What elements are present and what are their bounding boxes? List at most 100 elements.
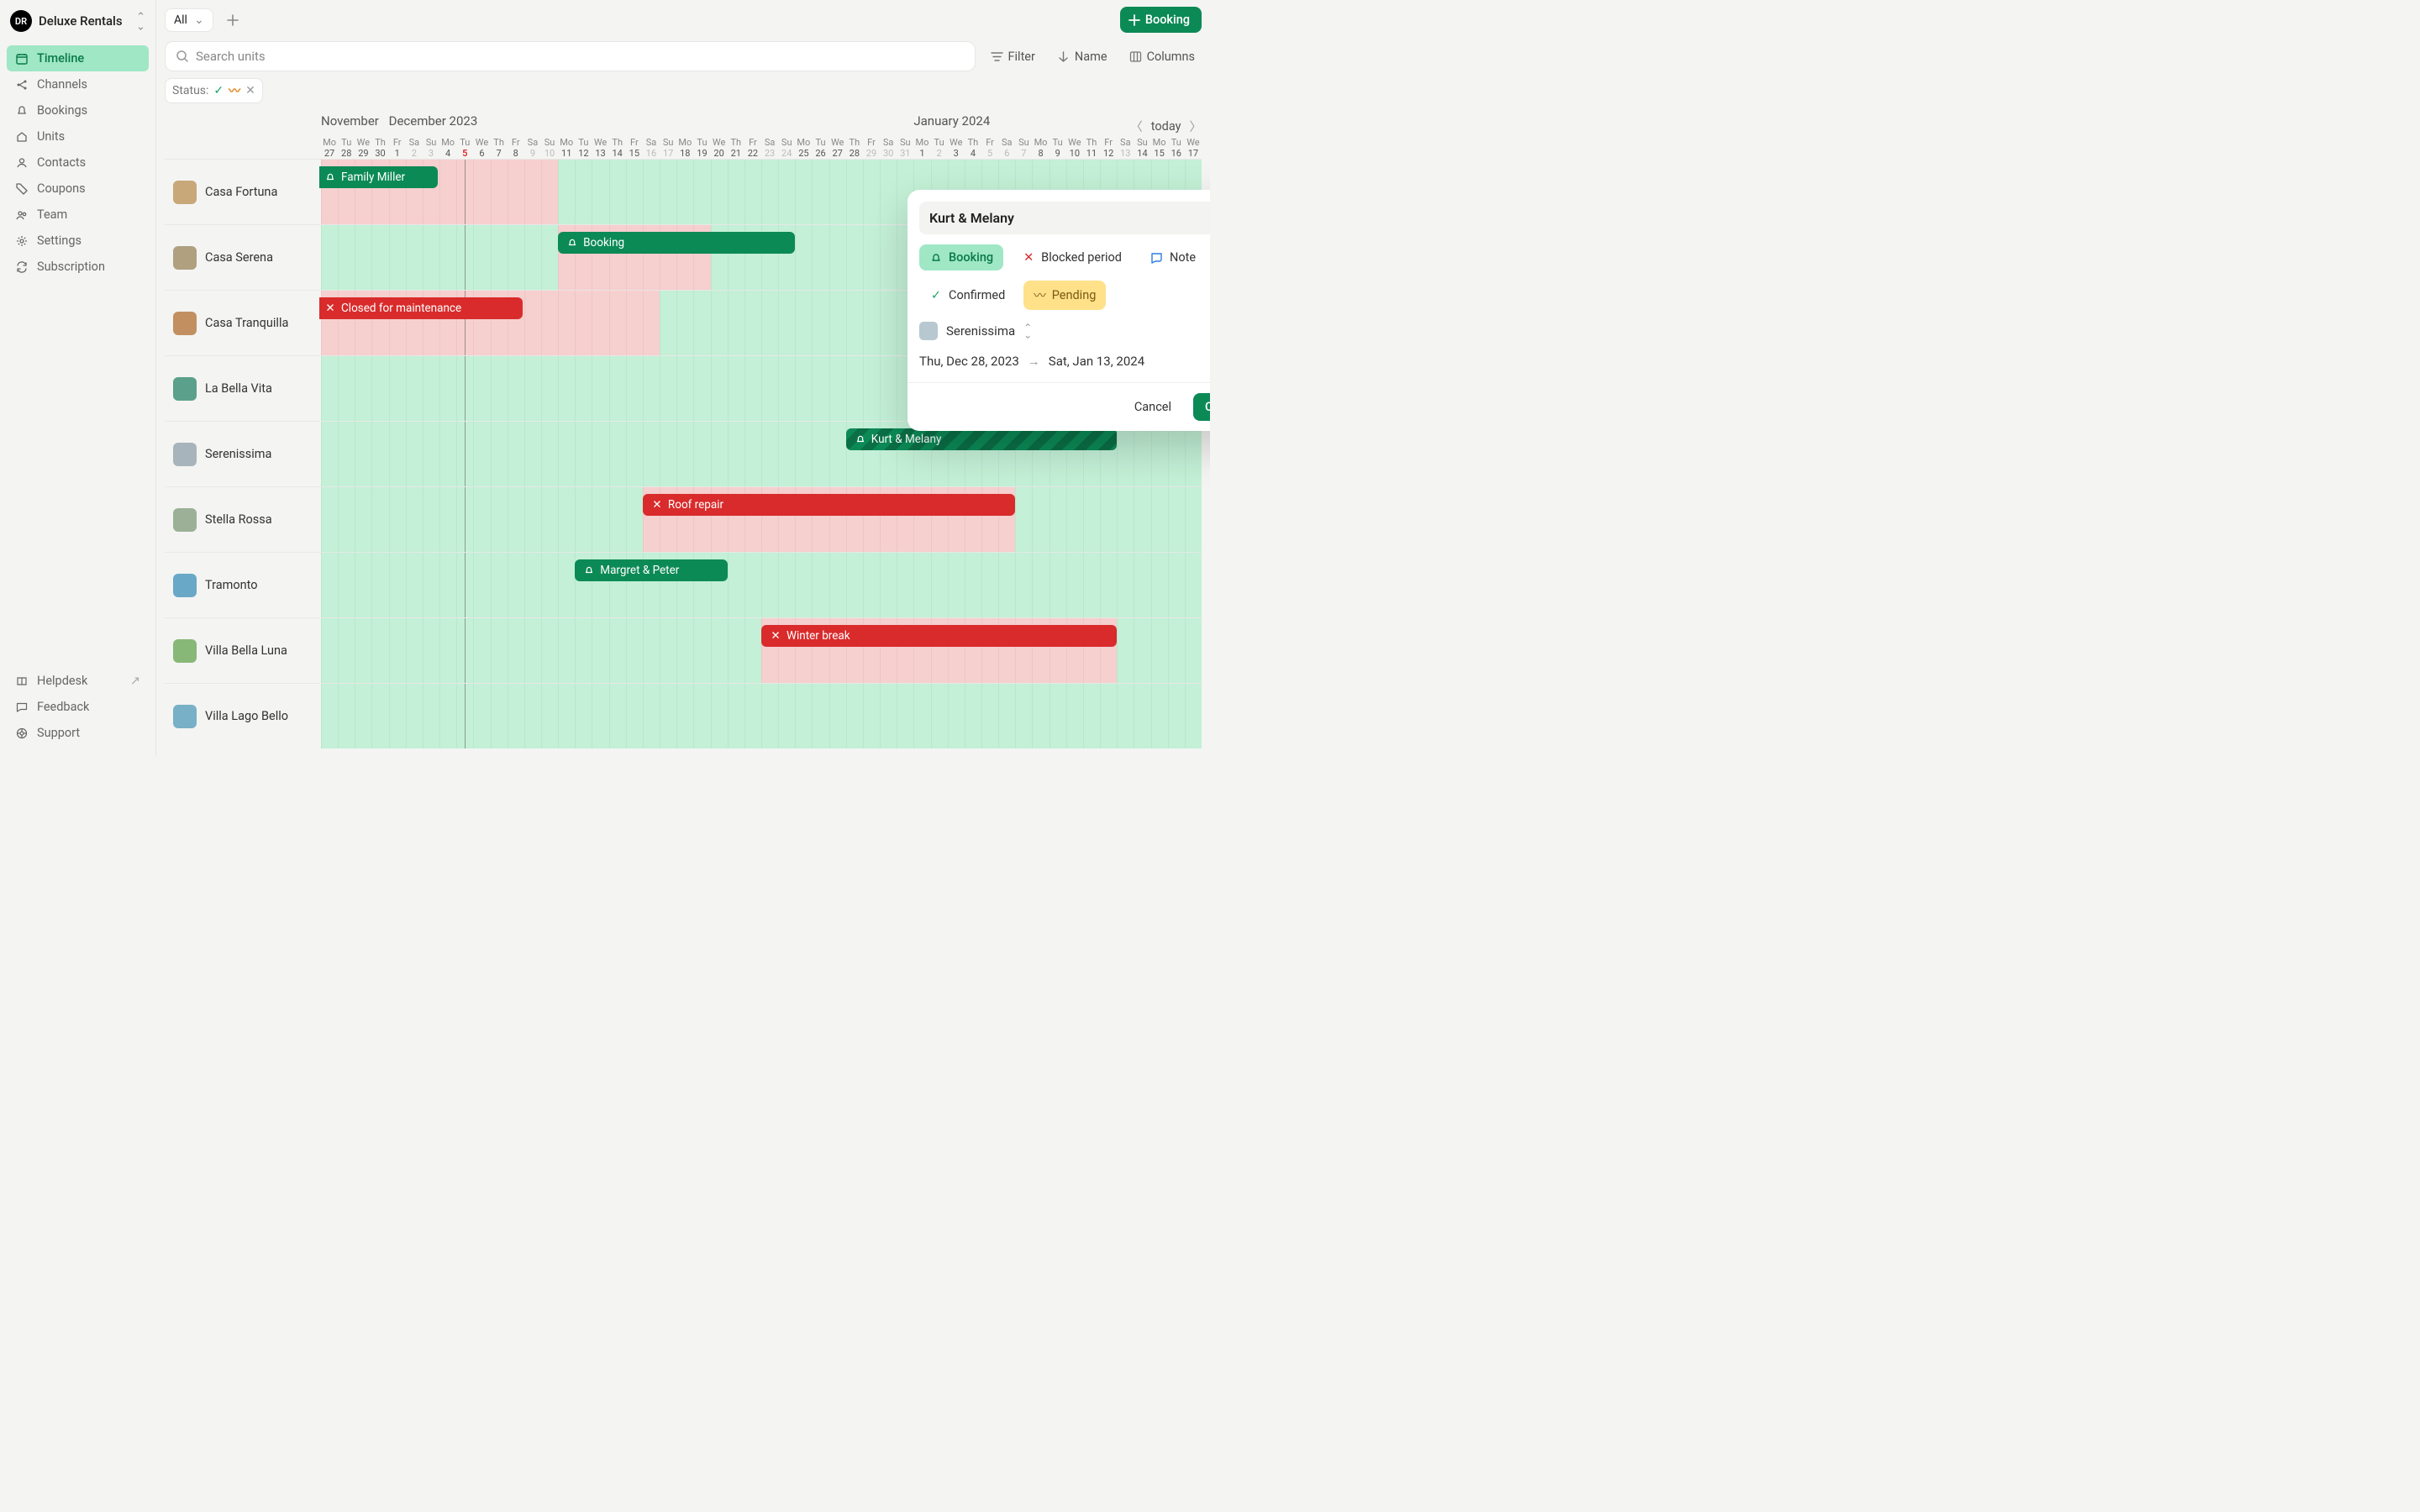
day-of-week: We xyxy=(948,137,965,148)
today-line xyxy=(465,487,466,552)
today-line xyxy=(465,356,466,421)
popover-status-pending[interactable]: 〰 Pending xyxy=(1023,281,1106,310)
timeline-body: Casa Fortuna Family Miller Casa Serena Book… xyxy=(156,159,1210,756)
bell-icon xyxy=(566,237,578,249)
next-button[interactable]: 〉 xyxy=(1190,118,1202,135)
cancel-button[interactable]: Cancel xyxy=(1123,393,1183,421)
new-booking-button[interactable]: Booking xyxy=(1120,7,1202,33)
sidebar-item-channels[interactable]: Channels xyxy=(7,71,149,97)
unit-thumb xyxy=(173,377,197,401)
day-of-week: Sa xyxy=(524,137,541,148)
day-number: 11 xyxy=(558,148,575,159)
bell-icon xyxy=(929,251,943,265)
unit-cell[interactable]: Casa Serena xyxy=(165,225,321,290)
sidebar-item-contacts[interactable]: Contacts xyxy=(7,150,149,176)
day-number: 28 xyxy=(846,148,863,159)
day-number: 4 xyxy=(965,148,981,159)
unit-cell[interactable]: La Bella Vita xyxy=(165,356,321,421)
sidebar-item-label: Bookings xyxy=(37,103,87,118)
unit-name: Casa Fortuna xyxy=(205,185,277,199)
sidebar-item-bookings[interactable]: Bookings xyxy=(7,97,149,123)
units-icon xyxy=(15,130,29,144)
arrow-right-icon: → xyxy=(1028,354,1040,369)
unit-cell[interactable]: Casa Tranquilla xyxy=(165,291,321,355)
unit-thumb xyxy=(173,639,197,663)
sidebar-item-team[interactable]: Team xyxy=(7,202,149,228)
day-of-week: Mo xyxy=(795,137,812,148)
sort-button[interactable]: Name xyxy=(1050,45,1114,69)
date-from: Thu, Dec 28, 2023 xyxy=(919,354,1019,369)
unit-lane[interactable]: ✕Roof repair xyxy=(321,487,1202,552)
day-of-week: Fr xyxy=(1100,137,1117,148)
search-input[interactable]: Search units xyxy=(165,41,976,71)
unit-name: Tramonto xyxy=(205,578,258,592)
bar-label: Roof repair xyxy=(668,498,723,512)
workspace-switcher[interactable]: DR Deluxe Rentals ⌃⌃ xyxy=(0,0,155,40)
blocked-bar[interactable]: ✕Roof repair xyxy=(643,494,1015,516)
columns-button[interactable]: Columns xyxy=(1123,45,1202,69)
day-number: 21 xyxy=(728,148,744,159)
unit-cell[interactable]: Serenissima xyxy=(165,422,321,486)
day-of-week: Fr xyxy=(626,137,643,148)
sidebar-footer-support[interactable]: Support xyxy=(7,720,149,746)
day-number: 16 xyxy=(643,148,660,159)
today-line xyxy=(465,160,466,224)
close-icon[interactable]: ✕ xyxy=(245,84,255,97)
day-number: 5 xyxy=(456,148,473,159)
day-of-week: Fr xyxy=(744,137,761,148)
sidebar-item-label: Subscription xyxy=(37,260,105,274)
unit-cell[interactable]: Villa Bella Luna xyxy=(165,618,321,683)
unit-lane[interactable]: Kurt & Melany xyxy=(321,422,1202,486)
unit-cell[interactable]: Tramonto xyxy=(165,553,321,617)
today-line xyxy=(465,422,466,486)
popover-tab-blocked[interactable]: ✕ Blocked period xyxy=(1012,244,1132,270)
popover-tab-booking[interactable]: Booking xyxy=(919,244,1003,270)
booking-title-input[interactable]: Kurt & Melany xyxy=(919,202,1210,234)
filter-button[interactable]: Filter xyxy=(984,45,1042,69)
day-of-week: Tu xyxy=(812,137,829,148)
today-button[interactable]: today xyxy=(1151,119,1181,134)
team-icon xyxy=(15,208,29,222)
blocked-bar[interactable]: ✕Winter break xyxy=(761,625,1117,647)
unit-thumb xyxy=(173,443,197,466)
day-of-week: Fr xyxy=(389,137,406,148)
day-number: 24 xyxy=(778,148,795,159)
booking-bar[interactable]: Booking xyxy=(558,232,795,254)
unit-lane[interactable]: Margret & Peter xyxy=(321,553,1202,617)
day-number: 3 xyxy=(423,148,439,159)
unit-cell[interactable]: Stella Rossa xyxy=(165,487,321,552)
sidebar-item-units[interactable]: Units xyxy=(7,123,149,150)
sidebar-item-settings[interactable]: Settings xyxy=(7,228,149,254)
day-of-week: Su xyxy=(897,137,913,148)
unit-lane[interactable]: ✕Winter break xyxy=(321,618,1202,683)
booking-bar[interactable]: Kurt & Melany xyxy=(846,428,1117,450)
day-number: 6 xyxy=(998,148,1015,159)
add-view-button[interactable] xyxy=(220,8,245,33)
popover-tab-note[interactable]: Note xyxy=(1140,244,1206,270)
popover-dates[interactable]: Thu, Dec 28, 2023 → Sat, Jan 13, 2024 16… xyxy=(919,354,1210,369)
blocked-bar[interactable]: ✕Closed for maintenance xyxy=(319,297,523,319)
day-number: 13 xyxy=(592,148,608,159)
view-tab-all[interactable]: All ⌄ xyxy=(165,8,213,32)
close-icon: ✕ xyxy=(770,630,781,642)
prev-button[interactable]: 〈 xyxy=(1130,118,1143,135)
sidebar-item-coupons[interactable]: Coupons xyxy=(7,176,149,202)
sidebar-item-timeline[interactable]: Timeline xyxy=(7,45,149,71)
day-number: 18 xyxy=(676,148,693,159)
sidebar-item-subscription[interactable]: Subscription xyxy=(7,254,149,280)
day-of-week: Th xyxy=(728,137,744,148)
unit-name: Villa Bella Luna xyxy=(205,643,287,658)
unit-lane[interactable] xyxy=(321,684,1202,748)
day-of-week: We xyxy=(829,137,846,148)
day-number: 10 xyxy=(1066,148,1083,159)
confirm-button[interactable]: Confirm xyxy=(1193,393,1210,421)
unit-cell[interactable]: Casa Fortuna xyxy=(165,160,321,224)
unit-cell[interactable]: Villa Lago Bello xyxy=(165,684,321,748)
sidebar-footer-helpdesk[interactable]: Helpdesk↗ xyxy=(7,668,149,694)
popover-status-confirmed[interactable]: ✓ Confirmed xyxy=(919,282,1015,308)
booking-bar[interactable]: Margret & Peter xyxy=(575,559,727,581)
sidebar-footer-feedback[interactable]: Feedback xyxy=(7,694,149,720)
status-filter-chip[interactable]: Status: ✓ 〰 ✕ xyxy=(165,78,263,103)
popover-unit-select[interactable]: Serenissima ⌃⌃ xyxy=(919,322,1210,340)
booking-bar[interactable]: Family Miller xyxy=(319,166,438,188)
